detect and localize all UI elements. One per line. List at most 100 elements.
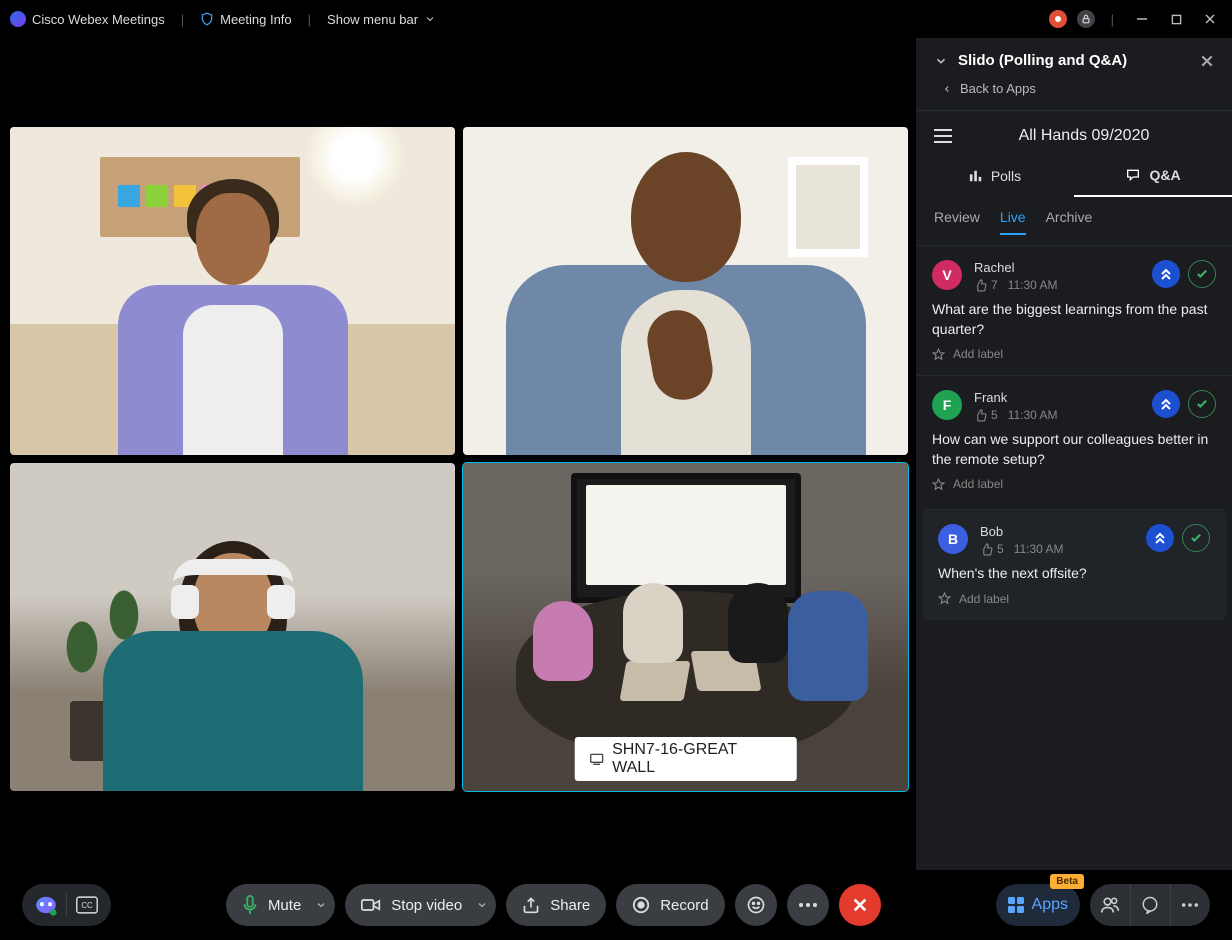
apps-grid-icon — [1008, 897, 1024, 913]
microphone-icon — [242, 895, 258, 915]
more-icon — [798, 902, 818, 908]
like-count[interactable]: 5 — [974, 408, 998, 422]
panel-close-button[interactable] — [1200, 54, 1214, 68]
approve-button[interactable] — [1188, 260, 1216, 288]
panel-header: Slido (Polling and Q&A) — [916, 38, 1232, 79]
video-tile-2[interactable] — [463, 127, 908, 455]
video-tile-label: SHN7-16-GREAT WALL — [574, 737, 797, 781]
tab-qa[interactable]: Q&A — [1074, 157, 1232, 197]
chevron-down-icon[interactable] — [315, 899, 327, 911]
webex-logo-icon — [10, 11, 26, 27]
video-tile-3[interactable] — [10, 463, 455, 791]
double-chevron-up-icon — [1160, 267, 1172, 281]
avatar: B — [938, 524, 968, 554]
question-author: Frank — [974, 390, 1140, 405]
show-menu-button[interactable]: Show menu bar — [327, 12, 436, 27]
subtab-review[interactable]: Review — [934, 209, 980, 235]
record-button[interactable]: Record — [616, 884, 724, 926]
lock-indicator-icon[interactable] — [1077, 10, 1095, 28]
add-label-button[interactable]: Add label — [932, 477, 1216, 491]
question-text: How can we support our colleagues better… — [932, 430, 1216, 469]
upvote-button[interactable] — [1152, 260, 1180, 288]
captions-button[interactable]: CC — [69, 896, 105, 914]
panel-more-button[interactable] — [1170, 884, 1210, 926]
chevron-down-icon[interactable] — [934, 54, 948, 68]
control-toolbar: CC Mute Stop video Share — [0, 870, 1232, 940]
panel-title: Slido (Polling and Q&A) — [958, 52, 1127, 69]
qa-icon — [1125, 168, 1141, 182]
question-time: 11:30 AM — [1008, 408, 1058, 422]
mute-label: Mute — [268, 897, 301, 914]
window-minimize-button[interactable] — [1130, 7, 1154, 31]
subtab-archive[interactable]: Archive — [1046, 209, 1093, 235]
tab-polls[interactable]: Polls — [916, 157, 1074, 197]
subtab-live[interactable]: Live — [1000, 209, 1026, 235]
question-text: When's the next offsite? — [938, 564, 1210, 584]
titlebar: Cisco Webex Meetings | Meeting Info | Sh… — [0, 0, 1232, 38]
apps-button[interactable]: Apps Beta — [996, 884, 1080, 926]
window-maximize-button[interactable] — [1164, 7, 1188, 31]
participants-button[interactable] — [1090, 884, 1130, 926]
hamburger-icon — [934, 129, 952, 143]
stop-video-button[interactable]: Stop video — [345, 884, 496, 926]
video-tile-1[interactable] — [10, 127, 455, 455]
star-icon — [932, 348, 945, 361]
question-time: 11:30 AM — [1014, 542, 1064, 556]
question-item: B Bob 5 11:30 AM When's the next of — [922, 509, 1226, 620]
star-icon — [938, 592, 951, 605]
chat-icon — [1141, 896, 1159, 914]
video-grid: SHN7-16-GREAT WALL — [10, 127, 908, 791]
beta-badge: Beta — [1050, 874, 1084, 889]
app-brand[interactable]: Cisco Webex Meetings — [10, 11, 165, 27]
add-label-button[interactable]: Add label — [932, 347, 1216, 361]
stop-video-label: Stop video — [391, 897, 462, 914]
like-count[interactable]: 5 — [980, 542, 1004, 556]
question-list: V Rachel 7 11:30 AM What are the bi — [916, 245, 1232, 624]
recording-indicator-icon[interactable] — [1049, 10, 1067, 28]
back-to-apps-button[interactable]: Back to Apps — [916, 79, 1232, 111]
cc-icon: CC — [76, 896, 98, 914]
more-options-button[interactable] — [787, 884, 829, 926]
upvote-button[interactable] — [1146, 524, 1174, 552]
mute-button[interactable]: Mute — [226, 884, 335, 926]
reactions-button[interactable] — [735, 884, 777, 926]
slido-header: All Hands 09/2020 — [916, 111, 1232, 157]
check-icon — [1190, 533, 1202, 543]
double-chevron-up-icon — [1154, 531, 1166, 545]
share-icon — [522, 896, 540, 914]
window-close-button[interactable] — [1198, 7, 1222, 31]
add-label-button[interactable]: Add label — [938, 592, 1210, 606]
end-call-button[interactable] — [839, 884, 881, 926]
back-label: Back to Apps — [960, 81, 1036, 96]
meeting-info-button[interactable]: Meeting Info — [200, 12, 292, 27]
approve-button[interactable] — [1182, 524, 1210, 552]
device-icon — [588, 752, 604, 766]
avatar: F — [932, 390, 962, 420]
video-area: SHN7-16-GREAT WALL — [0, 38, 916, 870]
like-count[interactable]: 7 — [974, 278, 998, 292]
share-button[interactable]: Share — [506, 884, 606, 926]
webex-assistant-button[interactable] — [28, 893, 64, 917]
question-time: 11:30 AM — [1008, 278, 1058, 292]
svg-text:CC: CC — [81, 901, 93, 910]
show-menu-label: Show menu bar — [327, 12, 418, 27]
question-item: V Rachel 7 11:30 AM What are the bi — [916, 245, 1232, 375]
record-icon — [632, 896, 650, 914]
smile-icon — [746, 895, 766, 915]
check-icon — [1196, 269, 1208, 279]
event-title: All Hands 09/2020 — [954, 127, 1214, 145]
check-icon — [1196, 399, 1208, 409]
record-label: Record — [660, 897, 708, 914]
slido-panel: Slido (Polling and Q&A) Back to Apps All… — [916, 38, 1232, 870]
tab-qa-label: Q&A — [1149, 167, 1180, 183]
assistant-bot-icon — [33, 893, 59, 917]
approve-button[interactable] — [1188, 390, 1216, 418]
assistant-group: CC — [22, 884, 111, 926]
separator: | — [1109, 12, 1116, 27]
menu-button[interactable] — [934, 129, 954, 143]
video-tile-4-active[interactable]: SHN7-16-GREAT WALL — [463, 463, 908, 791]
chevron-down-icon[interactable] — [476, 899, 488, 911]
upvote-button[interactable] — [1152, 390, 1180, 418]
question-author: Bob — [980, 524, 1134, 539]
chat-button[interactable] — [1130, 884, 1170, 926]
